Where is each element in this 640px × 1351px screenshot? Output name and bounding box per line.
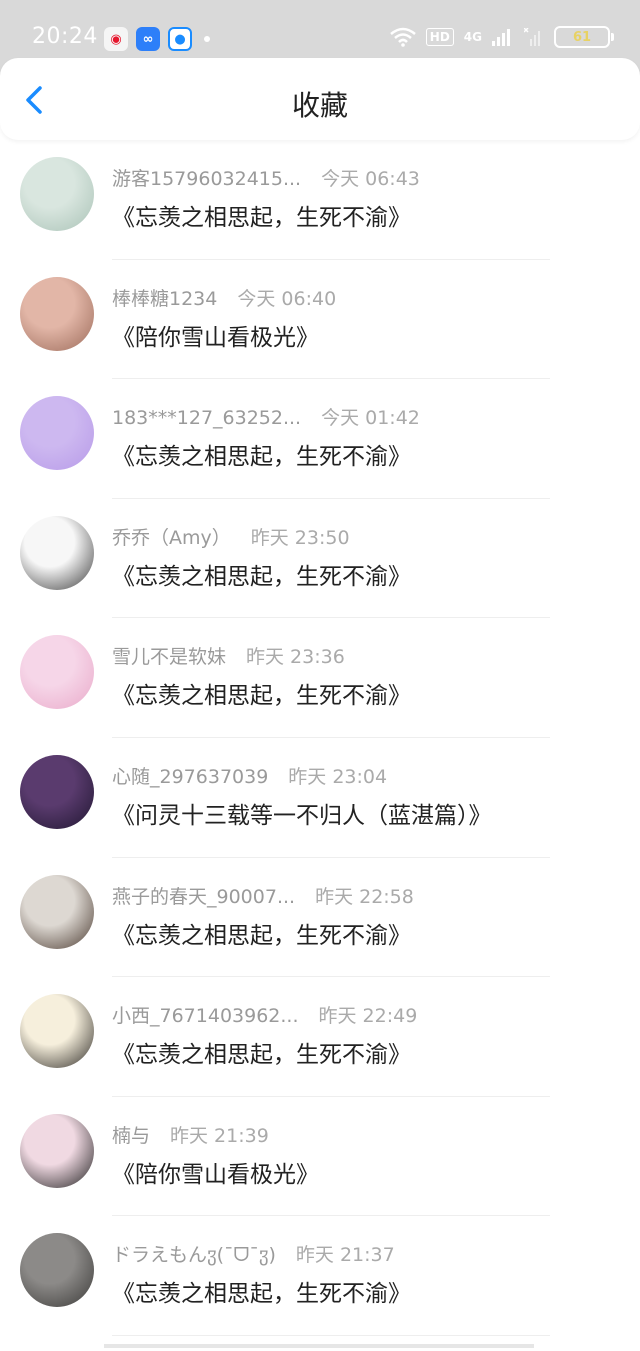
work-title[interactable]: 《问灵十三载等一不归人（蓝湛篇）》 <box>112 796 492 830</box>
system-icons: HD 4G 61 <box>389 26 614 48</box>
list-item[interactable]: 雪儿不是软妹 昨天 23:36 《忘羡之相思起，生死不渝》 <box>0 618 640 738</box>
work-title[interactable]: 《忘羡之相思起，生死不渝》 <box>112 198 411 232</box>
timestamp: 昨天 23:36 <box>246 646 345 669</box>
app-circle-icon: ● <box>168 27 192 51</box>
timestamp: 昨天 23:50 <box>250 526 350 549</box>
avatar[interactable] <box>20 515 94 590</box>
item-meta: 心随_297637039 昨天 23:04 <box>112 762 387 789</box>
item-meta: 游客15796032415... 今天 06:43 <box>112 164 420 191</box>
user-name[interactable]: 游客15796032415... <box>112 164 301 191</box>
item-meta: 183***127_63252... 今天 01:42 <box>112 403 420 430</box>
weibo-icon: ◉ <box>104 27 128 51</box>
work-title[interactable]: 《忘羡之相思起，生死不渝》 <box>112 1274 411 1308</box>
favorites-list: 游客15796032415... 今天 06:43 《忘羡之相思起，生死不渝》 棒棒糖… <box>0 140 640 1336</box>
item-meta: 楠与 昨天 21:39 <box>112 1121 269 1148</box>
work-title[interactable]: 《忘羡之相思起，生死不渝》 <box>112 916 411 950</box>
bottom-divider <box>104 1344 534 1348</box>
infinity-app-icon: ∞ <box>136 27 160 51</box>
list-item[interactable]: 棒棒糖1234 今天 06:40 《陪你雪山看极光》 <box>0 260 640 380</box>
battery-level: 61 <box>572 29 592 45</box>
user-name[interactable]: 小西_7671403962... <box>112 1001 299 1028</box>
user-name[interactable]: 心随_297637039 <box>112 762 268 789</box>
work-title[interactable]: 《陪你雪山看极光》 <box>112 318 319 352</box>
user-name[interactable]: ドラえもんჳ(¯ᗜ¯ჳ) <box>112 1240 276 1267</box>
list-item[interactable]: 183***127_63252... 今天 01:42 《忘羡之相思起，生死不渝》 <box>0 379 640 499</box>
list-item[interactable]: 燕子的春天_90007... 昨天 22:58 《忘羡之相思起，生死不渝》 <box>0 858 640 978</box>
network-type: 4G <box>463 30 482 44</box>
user-name[interactable]: 燕子的春天_90007... <box>112 882 295 909</box>
timestamp: 昨天 21:39 <box>170 1124 269 1147</box>
work-title[interactable]: 《陪你雪山看极光》 <box>112 1155 319 1189</box>
user-name[interactable]: 183***127_63252... <box>112 407 301 429</box>
more-notifications-icon <box>204 36 210 42</box>
signal-icon <box>492 29 510 46</box>
item-meta: 燕子的春天_90007... 昨天 22:58 <box>112 882 414 909</box>
work-title[interactable]: 《忘羡之相思起，生死不渝》 <box>112 1035 411 1069</box>
timestamp: 昨天 22:58 <box>315 885 414 908</box>
avatar[interactable] <box>20 754 94 829</box>
avatar[interactable] <box>20 276 94 351</box>
signal-x-icon <box>524 28 540 46</box>
row-divider <box>112 1334 550 1336</box>
list-item[interactable]: 心随_297637039 昨天 23:04 《问灵十三载等一不归人（蓝湛篇）》 <box>0 738 640 858</box>
user-name[interactable]: 楠与 <box>112 1121 150 1148</box>
list-item[interactable]: 游客15796032415... 今天 06:43 《忘羡之相思起，生死不渝》 <box>0 140 640 260</box>
wifi-icon <box>389 27 416 47</box>
notification-icons: ◉ ∞ ● <box>104 27 210 51</box>
item-meta: 小西_7671403962... 昨天 22:49 <box>112 1001 417 1028</box>
battery-icon: 61 <box>554 26 614 48</box>
user-name[interactable]: 棒棒糖1234 <box>112 284 217 311</box>
avatar[interactable] <box>20 635 94 710</box>
top-bar: 收藏 <box>0 58 640 140</box>
list-item[interactable]: 楠与 昨天 21:39 《陪你雪山看极光》 <box>0 1097 640 1217</box>
avatar[interactable] <box>20 994 94 1069</box>
page-title: 收藏 <box>291 89 348 122</box>
work-title[interactable]: 《忘羡之相思起，生死不渝》 <box>112 437 411 471</box>
avatar[interactable] <box>20 1233 94 1308</box>
timestamp: 今天 06:40 <box>237 287 337 310</box>
timestamp: 今天 06:43 <box>321 168 420 190</box>
item-meta: 乔乔（Amy） 昨天 23:50 <box>112 523 350 550</box>
avatar[interactable] <box>20 157 94 231</box>
work-title[interactable]: 《忘羡之相思起，生死不渝》 <box>112 557 411 591</box>
timestamp: 昨天 22:49 <box>318 1005 418 1028</box>
avatar[interactable] <box>20 396 94 471</box>
hd-badge: HD <box>425 28 454 46</box>
item-meta: 棒棒糖1234 今天 06:40 <box>112 284 336 311</box>
timestamp: 昨天 21:37 <box>295 1244 395 1267</box>
item-meta: 雪儿不是软妹 昨天 23:36 <box>112 642 345 669</box>
list-item[interactable]: 乔乔（Amy） 昨天 23:50 《忘羡之相思起，生死不渝》 <box>0 499 640 619</box>
list-item[interactable]: ドラえもんჳ(¯ᗜ¯ჳ) 昨天 21:37 《忘羡之相思起，生死不渝》 <box>0 1216 640 1336</box>
avatar[interactable] <box>20 874 94 949</box>
timestamp: 昨天 23:04 <box>288 765 388 788</box>
work-title[interactable]: 《忘羡之相思起，生死不渝》 <box>112 676 411 710</box>
item-meta: ドラえもんჳ(¯ᗜ¯ჳ) 昨天 21:37 <box>112 1240 395 1267</box>
list-item[interactable]: 小西_7671403962... 昨天 22:49 《忘羡之相思起，生死不渝》 <box>0 977 640 1097</box>
timestamp: 今天 01:42 <box>321 407 420 430</box>
status-time: 20:24 <box>32 24 98 49</box>
user-name[interactable]: 乔乔（Amy） <box>112 523 231 550</box>
user-name[interactable]: 雪儿不是软妹 <box>112 642 226 669</box>
avatar[interactable] <box>20 1113 94 1188</box>
